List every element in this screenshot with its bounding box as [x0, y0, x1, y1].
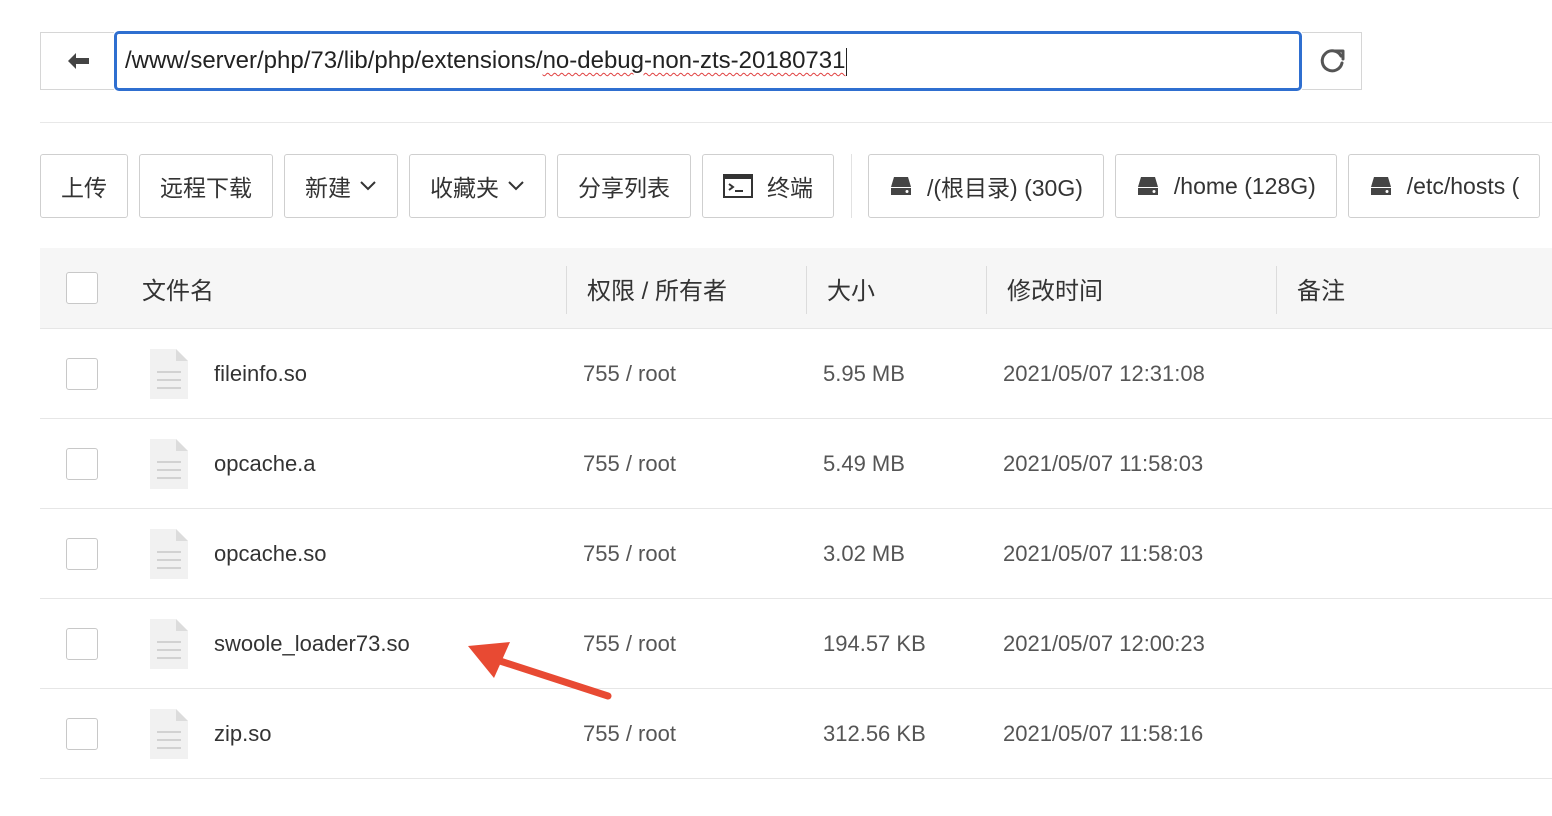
table-row[interactable]: fileinfo.so 755 / root 5.95 MB 2021/05/0…	[40, 329, 1552, 419]
row-checkbox[interactable]	[66, 717, 98, 750]
disk-root-label: /(根目录) (30G)	[927, 175, 1083, 201]
file-name[interactable]: zip.so	[214, 689, 271, 778]
row-checkbox[interactable]	[66, 627, 98, 660]
column-divider	[566, 266, 567, 314]
upload-label: 上传	[61, 175, 107, 201]
column-divider	[986, 266, 987, 314]
path-input[interactable]: /www/server/php/73/lib/php/extensions/no…	[114, 31, 1302, 91]
refresh-icon	[1320, 49, 1344, 73]
back-button[interactable]	[40, 32, 114, 90]
disk-icon	[889, 175, 913, 197]
disk-home-label: /home (128G)	[1173, 172, 1316, 199]
terminal-button[interactable]: 终端	[702, 154, 834, 218]
select-all-checkbox[interactable]	[66, 272, 98, 304]
refresh-button[interactable]	[1302, 32, 1362, 90]
file-size: 3.02 MB	[823, 540, 905, 566]
remote-download-label: 远程下载	[160, 175, 252, 201]
file-mtime: 2021/05/07 12:00:23	[1003, 630, 1205, 656]
file-size: 5.49 MB	[823, 450, 905, 476]
favorites-dropdown[interactable]: 收藏夹	[409, 154, 546, 218]
file-icon	[150, 348, 188, 399]
path-prefix: /www/server/php/73/lib/php/extensions/	[125, 47, 543, 74]
file-name[interactable]: swoole_loader73.so	[214, 599, 410, 688]
share-list-button[interactable]: 分享列表	[557, 154, 691, 218]
share-list-label: 分享列表	[578, 175, 670, 201]
table-row[interactable]: opcache.a 755 / root 5.49 MB 2021/05/07 …	[40, 419, 1552, 509]
file-size: 5.95 MB	[823, 360, 905, 386]
address-bar: /www/server/php/73/lib/php/extensions/no…	[40, 31, 1362, 92]
divider	[40, 122, 1552, 123]
table-row[interactable]: opcache.so 755 / root 3.02 MB 2021/05/07…	[40, 509, 1552, 599]
disk-home-button[interactable]: /home (128G)	[1114, 154, 1337, 218]
file-name[interactable]: opcache.so	[214, 509, 327, 598]
disk-icon	[1136, 175, 1160, 197]
new-label: 新建	[305, 175, 351, 201]
column-divider	[806, 266, 807, 314]
header-note[interactable]: 备注	[1297, 248, 1345, 328]
arrow-left-icon	[67, 53, 89, 69]
file-perm[interactable]: 755 / root	[583, 329, 676, 418]
terminal-label: 终端	[767, 175, 813, 201]
text-caret	[846, 47, 848, 76]
file-perm[interactable]: 755 / root	[583, 509, 676, 598]
header-size[interactable]: 大小	[827, 248, 875, 328]
table-header: 文件名 权限 / 所有者 大小 修改时间 备注	[40, 248, 1552, 329]
remote-download-button[interactable]: 远程下载	[139, 154, 273, 218]
row-checkbox[interactable]	[66, 447, 98, 480]
file-mtime: 2021/05/07 11:58:03	[1003, 540, 1204, 566]
disk-icon	[1369, 175, 1393, 197]
file-size: 194.57 KB	[823, 630, 926, 656]
header-perm[interactable]: 权限 / 所有者	[587, 248, 727, 328]
terminal-icon	[723, 174, 753, 198]
file-size: 312.56 KB	[823, 720, 926, 746]
row-checkbox[interactable]	[66, 537, 98, 570]
new-dropdown[interactable]: 新建	[284, 154, 398, 218]
file-name[interactable]: fileinfo.so	[214, 329, 307, 418]
file-icon	[150, 708, 188, 759]
file-mtime: 2021/05/07 11:58:16	[1003, 720, 1204, 746]
row-checkbox[interactable]	[66, 357, 98, 390]
header-mtime[interactable]: 修改时间	[1007, 248, 1103, 328]
table-row[interactable]: zip.so 755 / root 312.56 KB 2021/05/07 1…	[40, 689, 1552, 779]
file-perm[interactable]: 755 / root	[583, 419, 676, 508]
upload-button[interactable]: 上传	[40, 154, 128, 218]
file-manager: /www/server/php/73/lib/php/extensions/no…	[0, 0, 1552, 816]
file-name[interactable]: opcache.a	[214, 419, 316, 508]
column-divider	[1276, 266, 1277, 314]
chevron-down-icon	[360, 181, 376, 191]
file-icon	[150, 618, 188, 669]
favorites-label: 收藏夹	[430, 175, 499, 201]
table-row[interactable]: swoole_loader73.so 755 / root 194.57 KB …	[40, 599, 1552, 689]
header-name[interactable]: 文件名	[142, 248, 214, 328]
file-mtime: 2021/05/07 11:58:03	[1003, 450, 1204, 476]
toolbar: 上传 远程下载 新建 收藏夹 分享列表 终端 /(根目录) (30G) /hom…	[40, 154, 1551, 218]
annotation-arrow-icon	[468, 642, 612, 700]
file-mtime: 2021/05/07 12:31:08	[1003, 360, 1205, 386]
disk-hosts-button[interactable]: /etc/hosts (	[1347, 154, 1541, 218]
file-icon	[150, 438, 188, 489]
path-current-folder: no-debug-non-zts-20180731	[542, 47, 846, 74]
file-table: 文件名 权限 / 所有者 大小 修改时间 备注 fileinfo.so 755 …	[40, 248, 1552, 779]
chevron-down-icon	[508, 181, 524, 191]
toolbar-separator	[851, 154, 852, 218]
disk-root-button[interactable]: /(根目录) (30G)	[868, 154, 1104, 218]
file-icon	[150, 528, 188, 579]
disk-hosts-label: /etc/hosts (	[1406, 172, 1520, 199]
